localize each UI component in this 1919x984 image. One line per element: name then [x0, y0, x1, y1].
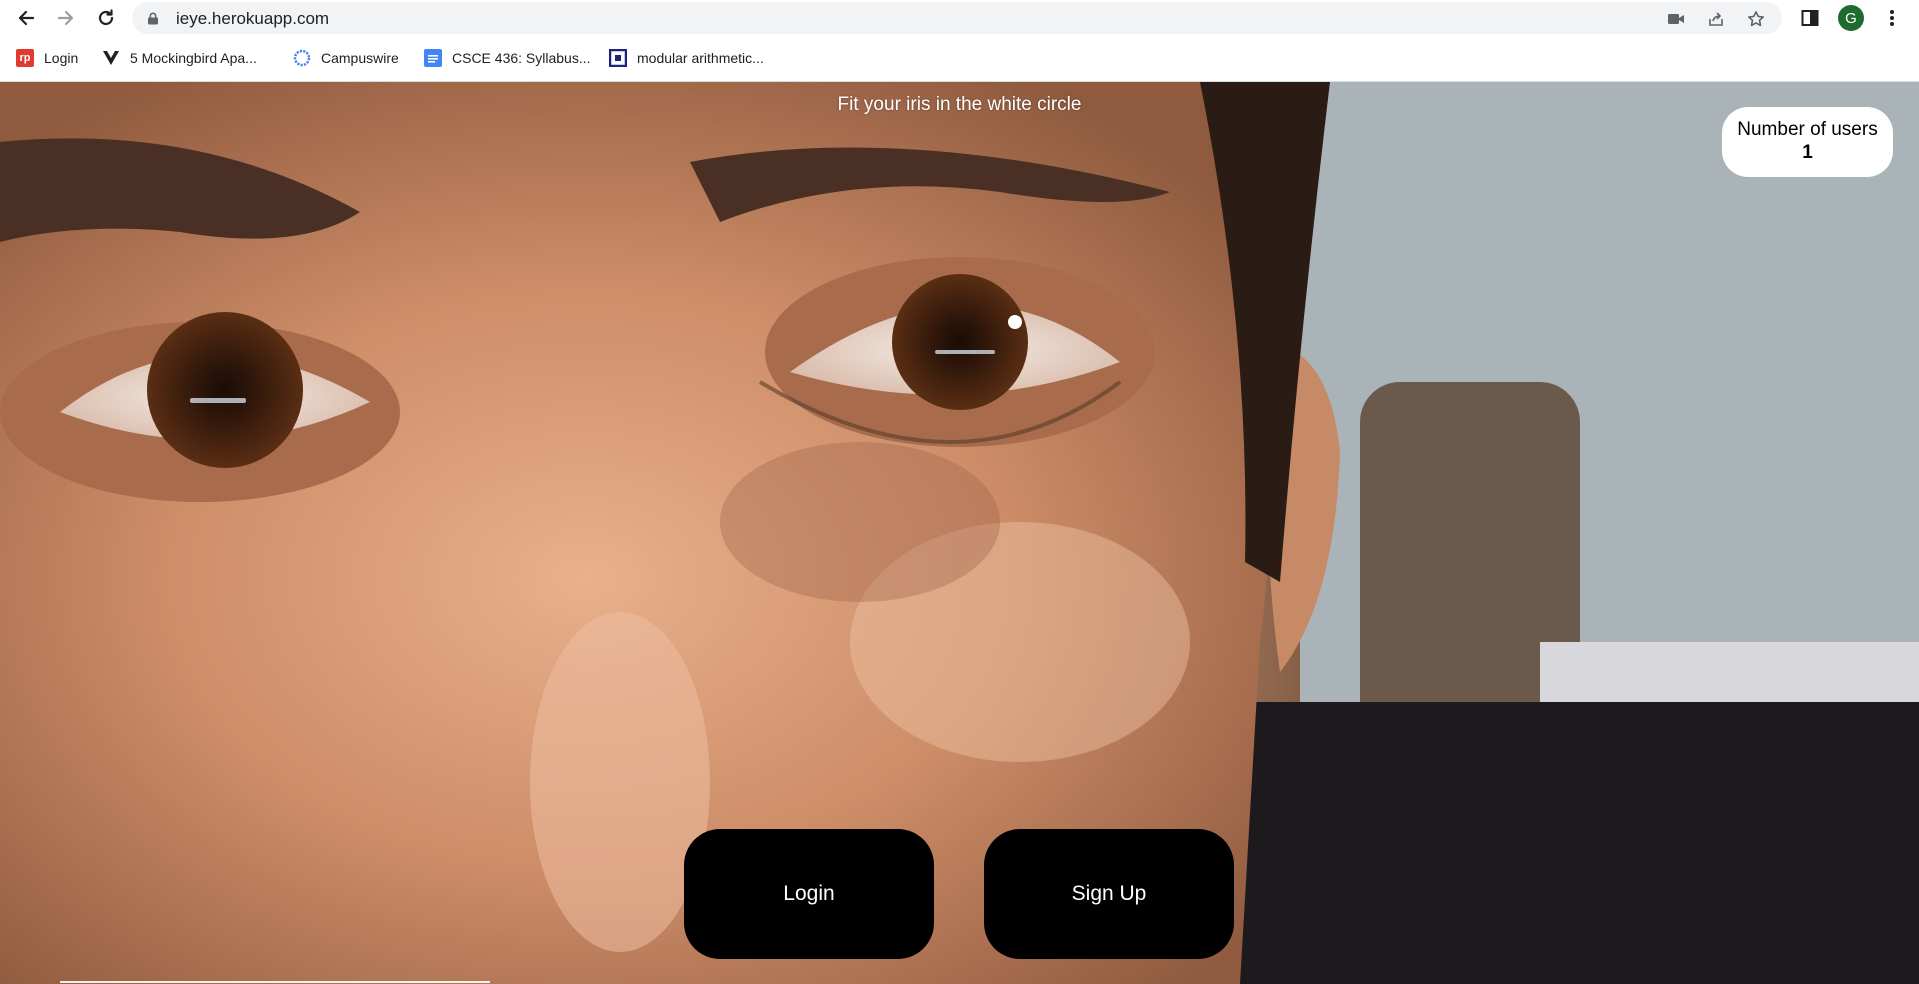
video-camera-icon[interactable] — [1667, 10, 1685, 28]
bookmark-label: CSCE 436: Syllabus... — [452, 50, 591, 66]
url-text[interactable]: ieye.herokuapp.com — [176, 9, 329, 29]
browser-toolbar: ieye.herokuapp.com G — [0, 0, 1919, 36]
bookmark-label: 5 Mockingbird Apa... — [130, 50, 257, 66]
user-count-value: 1 — [1802, 142, 1813, 163]
reload-icon[interactable] — [92, 4, 120, 32]
campuswire-logo-icon — [293, 49, 311, 67]
bookmark-label: Login — [44, 50, 79, 66]
rp-logo-icon: rp — [16, 49, 34, 67]
bookmark-campuswire[interactable]: Campuswire — [293, 47, 399, 69]
page-viewport: Fit your iris in the white circle Number… — [0, 82, 1919, 984]
lock-icon[interactable] — [147, 12, 159, 25]
webcam-feed — [0, 82, 1919, 984]
bookmark-login[interactable]: rp Login — [16, 47, 78, 69]
bookmarks-bar: rp Login 5 Mockingbird Apa... Campuswire… — [0, 44, 1919, 74]
side-panel-icon[interactable] — [1800, 8, 1820, 28]
bracket-logo-icon — [609, 49, 627, 67]
google-docs-icon — [424, 49, 442, 67]
kebab-menu-icon[interactable] — [1882, 8, 1902, 28]
forward-icon[interactable] — [52, 4, 80, 32]
user-count-card: Number of users 1 — [1722, 107, 1893, 177]
bookmark-csce-syllabus[interactable]: CSCE 436: Syllabus... — [424, 47, 591, 69]
address-bar[interactable]: ieye.herokuapp.com — [132, 2, 1782, 34]
share-icon[interactable] — [1707, 10, 1725, 28]
instruction-text: Fit your iris in the white circle — [837, 94, 1082, 115]
user-count-label: Number of users — [1737, 119, 1878, 140]
bookmark-star-icon[interactable] — [1747, 10, 1765, 28]
back-icon[interactable] — [12, 4, 40, 32]
chevron-v-logo-icon — [102, 49, 120, 67]
profile-avatar[interactable]: G — [1838, 5, 1864, 31]
bookmark-label: modular arithmetic... — [637, 50, 764, 66]
bookmark-label: Campuswire — [321, 50, 399, 66]
divider — [60, 981, 490, 983]
bookmark-mockingbird[interactable]: 5 Mockingbird Apa... — [102, 47, 257, 69]
login-button[interactable]: Login — [684, 829, 934, 959]
bookmark-modular-arithmetic[interactable]: modular arithmetic... — [609, 47, 764, 69]
browser-chrome: ieye.herokuapp.com G rp Login 5 Mockingb… — [0, 0, 1919, 82]
sign-up-button[interactable]: Sign Up — [984, 829, 1234, 959]
